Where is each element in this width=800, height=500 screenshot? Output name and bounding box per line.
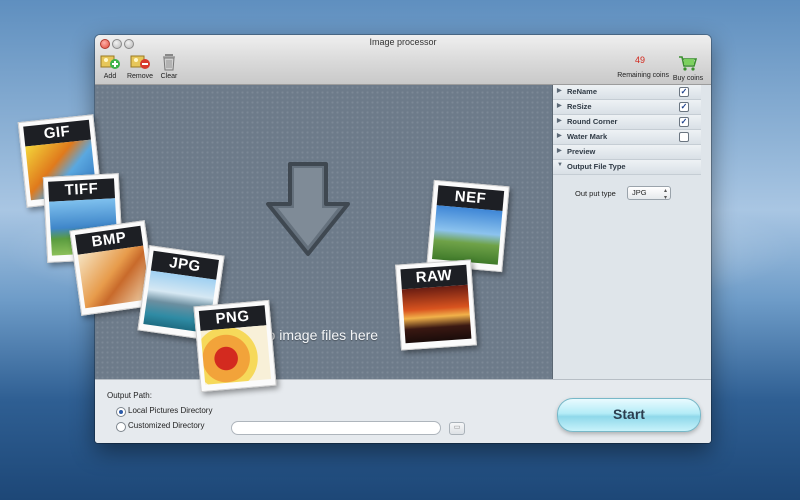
buy-coins-button[interactable]: Buy coins bbox=[671, 53, 705, 82]
section-resize[interactable]: ▶ ReSize ✓ bbox=[553, 100, 701, 115]
bmp-thumbnail bbox=[77, 245, 151, 309]
file-type-card-png: PNG bbox=[193, 299, 277, 393]
raw-thumbnail bbox=[401, 284, 472, 344]
section-round-corner-label: Round Corner bbox=[567, 117, 618, 126]
window-title: Image processor bbox=[369, 37, 437, 47]
shopping-cart-icon bbox=[679, 56, 698, 71]
local-directory-radio[interactable] bbox=[116, 407, 126, 417]
file-type-card-nef: NEF bbox=[426, 179, 510, 273]
disclosure-triangle-icon: ▶ bbox=[557, 148, 562, 154]
output-type-select[interactable]: JPG ▴ ▾ bbox=[627, 186, 671, 201]
app-window: Image processor Add Remove Clear 49 Rema… bbox=[95, 35, 711, 443]
disclosure-triangle-icon: ▶ bbox=[557, 133, 562, 139]
water-mark-checkbox[interactable] bbox=[679, 132, 689, 142]
custom-path-input[interactable] bbox=[231, 421, 441, 435]
trash-icon bbox=[163, 54, 175, 71]
output-bar: Output Path: Local Pictures Directory Cu… bbox=[95, 379, 711, 443]
folder-icon: ▭ bbox=[453, 424, 461, 431]
section-output-file-type[interactable]: ▼ Output File Type bbox=[553, 160, 701, 175]
start-button[interactable]: Start bbox=[557, 398, 701, 432]
remove-images-icon bbox=[130, 55, 150, 69]
rename-checkbox[interactable]: ✓ bbox=[679, 87, 689, 97]
select-arrows-icon: ▴ ▾ bbox=[663, 188, 667, 201]
disclosure-triangle-expanded-icon: ▼ bbox=[557, 162, 563, 168]
down-arrow-icon bbox=[266, 162, 350, 256]
section-round-corner[interactable]: ▶ Round Corner ✓ bbox=[553, 115, 701, 130]
title-bar: Image processor Add Remove Clear 49 Rema… bbox=[95, 35, 711, 85]
resize-checkbox[interactable]: ✓ bbox=[679, 102, 689, 112]
custom-directory-label: Customized Directory bbox=[128, 421, 205, 430]
disclosure-triangle-icon: ▶ bbox=[557, 118, 562, 124]
remaining-coins-count: 49 bbox=[634, 55, 645, 65]
local-directory-label: Local Pictures Directory bbox=[128, 406, 213, 415]
round-corner-checkbox[interactable]: ✓ bbox=[679, 117, 689, 127]
add-button-label: Add bbox=[103, 73, 117, 80]
output-type-value: JPG bbox=[632, 188, 647, 197]
add-images-icon bbox=[100, 55, 120, 69]
custom-directory-radio[interactable] bbox=[116, 422, 126, 432]
section-water-mark-label: Water Mark bbox=[567, 132, 608, 141]
disclosure-triangle-icon: ▶ bbox=[557, 88, 562, 94]
nef-thumbnail bbox=[431, 205, 503, 265]
section-resize-label: ReSize bbox=[567, 102, 592, 111]
section-preview-label: Preview bbox=[567, 147, 596, 156]
remove-button-label: Remove bbox=[126, 73, 154, 80]
output-type-label: Out put type bbox=[575, 189, 616, 198]
output-path-label: Output Path: bbox=[107, 391, 152, 400]
section-rename-label: ReName bbox=[567, 87, 598, 96]
remaining-coins-label: Remaining coins bbox=[617, 72, 669, 79]
clear-button[interactable]: Clear bbox=[152, 51, 186, 80]
file-type-card-raw: RAW bbox=[395, 259, 477, 351]
buy-coins-label: Buy coins bbox=[672, 75, 704, 82]
section-rename[interactable]: ▶ ReName ✓ bbox=[553, 85, 701, 100]
disclosure-triangle-icon: ▶ bbox=[557, 103, 562, 109]
settings-panel: ▶ ReName ✓ ▶ ReSize ✓ ▶ Round Corner ✓ ▶… bbox=[553, 85, 711, 379]
section-output-file-type-label: Output File Type bbox=[567, 162, 626, 171]
section-preview[interactable]: ▶ Preview bbox=[553, 145, 701, 160]
png-thumbnail bbox=[200, 325, 272, 385]
browse-folder-button[interactable]: ▭ bbox=[449, 422, 465, 435]
clear-button-label: Clear bbox=[160, 73, 178, 80]
section-water-mark[interactable]: ▶ Water Mark bbox=[553, 130, 701, 145]
